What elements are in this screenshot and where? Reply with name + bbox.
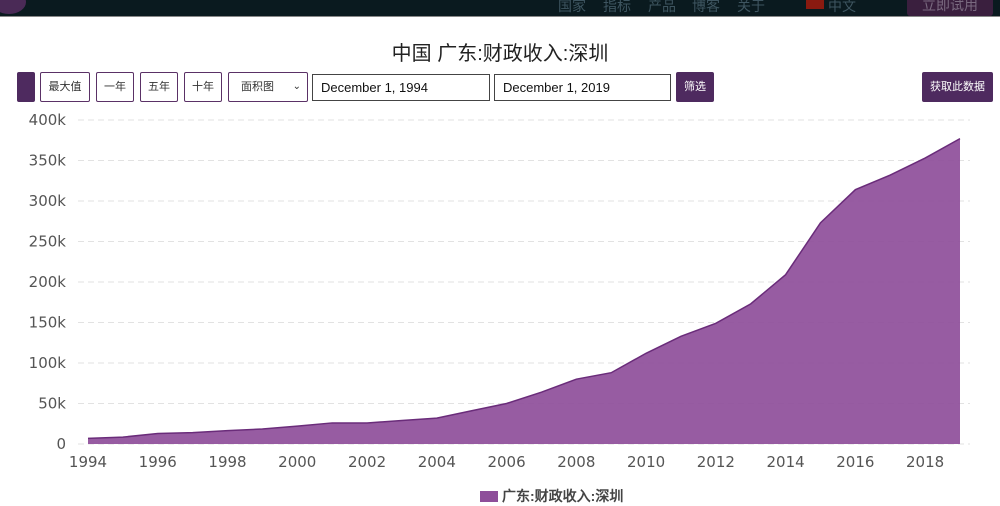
x-tick-label: 2014 bbox=[767, 453, 805, 471]
legend-item[interactable]: 广东:财政收入:深圳 bbox=[480, 486, 623, 506]
x-tick-label: 2006 bbox=[487, 453, 525, 471]
y-tick-label: 300k bbox=[29, 192, 67, 210]
y-tick-label: 50k bbox=[38, 395, 66, 413]
x-tick-label: 2010 bbox=[627, 453, 665, 471]
x-tick-label: 2008 bbox=[557, 453, 595, 471]
x-tick-label: 2000 bbox=[278, 453, 316, 471]
y-tick-label: 200k bbox=[29, 273, 67, 291]
x-tick-label: 2002 bbox=[348, 453, 386, 471]
x-tick-label: 1994 bbox=[69, 453, 107, 471]
y-tick-label: 0 bbox=[56, 435, 66, 453]
x-tick-label: 2012 bbox=[697, 453, 735, 471]
x-tick-label: 2004 bbox=[418, 453, 456, 471]
area-chart: 0 50k 100k 150k 200k 250k 300k 350k 400k 1994 1996… bbox=[29, 111, 970, 471]
legend-label: 广东:财政收入:深圳 bbox=[502, 488, 624, 504]
legend-swatch bbox=[480, 491, 498, 502]
x-tick-label: 2018 bbox=[906, 453, 944, 471]
y-tick-label: 100k bbox=[29, 354, 67, 372]
x-tick-label: 1996 bbox=[139, 453, 177, 471]
y-tick-label: 400k bbox=[29, 111, 67, 129]
y-tick-label: 250k bbox=[29, 233, 67, 251]
x-tick-label: 1998 bbox=[208, 453, 246, 471]
x-tick-label: 2016 bbox=[836, 453, 874, 471]
y-tick-label: 150k bbox=[29, 314, 67, 332]
y-tick-label: 350k bbox=[29, 152, 67, 170]
